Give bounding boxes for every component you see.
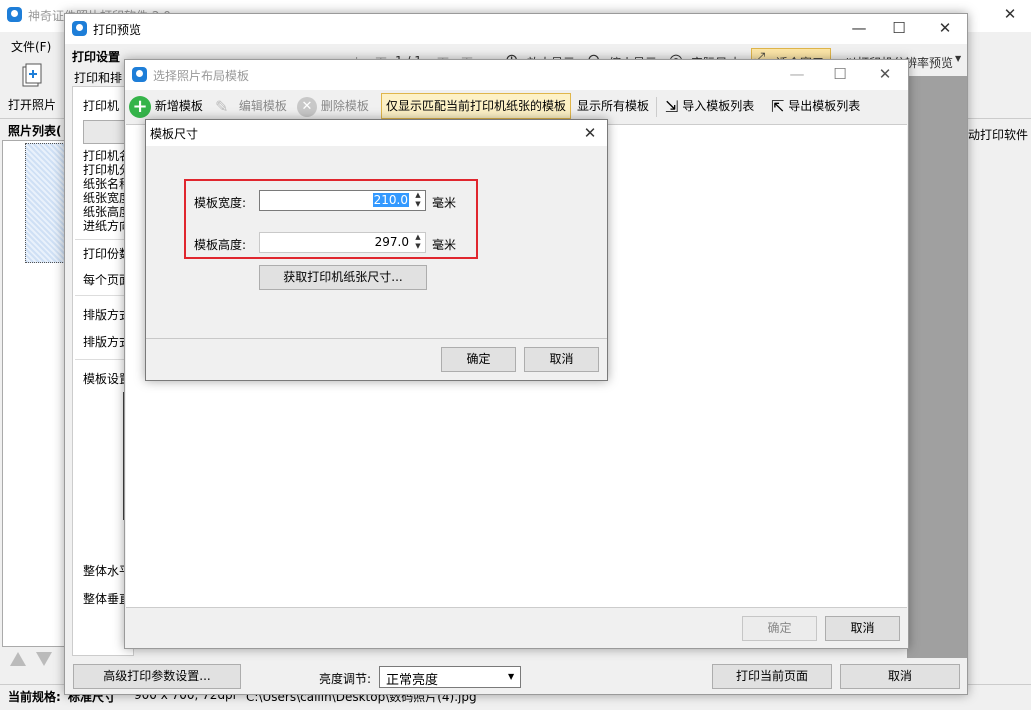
- get-printer-size-button[interactable]: 获取打印机纸张尺寸...: [259, 265, 427, 290]
- delete-template-label: 删除模板: [320, 99, 369, 113]
- import-icon: ⇲: [665, 96, 679, 116]
- width-label: 模板宽度:: [194, 196, 247, 210]
- template-dialog-titlebar: 选择照片布局模板 — ☐ ✕: [125, 60, 908, 90]
- template-cancel-button[interactable]: 取消: [825, 616, 900, 641]
- add-template-button[interactable]: + 新增模板: [129, 91, 203, 121]
- minimize-icon[interactable]: —: [839, 14, 879, 42]
- chevron-down-icon: ▼: [508, 672, 515, 681]
- template-dialog-app-icon: [132, 67, 147, 82]
- height-label: 模板高度:: [194, 238, 247, 252]
- maximize-icon[interactable]: ☐: [879, 14, 919, 42]
- close-icon[interactable]: ✕: [925, 14, 965, 42]
- settings-header: 打印设置: [72, 50, 121, 64]
- open-photo-icon: [22, 63, 42, 87]
- print-preview-titlebar: 打印预览 — ☐ ✕: [65, 14, 967, 44]
- chevron-down-icon: ▼: [955, 54, 962, 63]
- template-toolbar: + 新增模板 ✎ 编辑模板 ✕ 删除模板 仅显示匹配当前打印机纸张的模板 显示所…: [125, 91, 908, 121]
- open-photo-button[interactable]: 打开照片: [4, 60, 60, 114]
- preview-canvas: [907, 76, 967, 658]
- size-dialog-title: 模板尺寸: [150, 127, 199, 141]
- size-dialog-separator: [146, 338, 607, 339]
- edit-template-label: 编辑模板: [238, 99, 287, 113]
- brightness-label: 亮度调节:: [319, 672, 372, 686]
- add-icon: +: [129, 95, 151, 118]
- export-templates-button[interactable]: ⇱ 导出模板列表: [771, 91, 860, 121]
- preview-cancel-button[interactable]: 取消: [840, 664, 960, 689]
- width-stepper[interactable]: ▲ ▼: [411, 191, 425, 210]
- toolbar-separator: [656, 97, 657, 117]
- printer-label: 打印机: [83, 99, 120, 113]
- show-all-templates-button[interactable]: 显示所有模板: [577, 91, 649, 121]
- close-icon[interactable]: ✕: [572, 119, 608, 147]
- edit-template-button[interactable]: ✎ 编辑模板: [215, 91, 287, 121]
- advanced-settings-button[interactable]: 高级打印参数设置...: [73, 664, 241, 689]
- photo-thumbnail[interactable]: [25, 143, 67, 263]
- width-value: 210.0: [372, 193, 409, 207]
- photo-list-header: 照片列表(: [8, 124, 62, 138]
- width-input[interactable]: 210.0 ▲ ▼: [259, 190, 426, 211]
- import-templates-label: 导入模板列表: [682, 99, 755, 113]
- pencil-icon: ✎: [215, 96, 229, 116]
- minimize-icon[interactable]: —: [777, 60, 817, 88]
- brightness-select[interactable]: 正常亮度 ▼: [379, 666, 521, 688]
- close-icon[interactable]: ✕: [865, 60, 905, 88]
- width-unit: 毫米: [432, 196, 457, 210]
- print-preview-title: 打印预览: [93, 23, 142, 37]
- photo-list-panel: [2, 140, 68, 647]
- up-arrow-icon[interactable]: [10, 652, 26, 666]
- down-arrow-icon[interactable]: [36, 652, 52, 666]
- status-label: 当前规格:: [8, 690, 61, 704]
- maximize-icon[interactable]: ☐: [820, 60, 860, 88]
- app-icon: [7, 7, 22, 22]
- template-dialog-title: 选择照片布局模板: [153, 69, 250, 83]
- size-dialog: 模板尺寸 ✕ 模板宽度: 210.0 ▲ ▼ 毫米 模板高度: 297.0 ▲ ▼ …: [145, 119, 608, 381]
- height-value: 297.0: [374, 235, 409, 249]
- delete-icon: ✕: [297, 96, 317, 117]
- print-preview-app-icon: [72, 21, 87, 36]
- right-partial-text: 动打印软件: [968, 128, 1029, 142]
- size-dialog-titlebar: 模板尺寸 ✕: [146, 120, 607, 146]
- divider: [75, 359, 131, 360]
- size-cancel-button[interactable]: 取消: [524, 347, 599, 372]
- open-photo-label: 打开照片: [8, 98, 57, 112]
- height-stepper[interactable]: ▲ ▼: [411, 233, 425, 252]
- filter-template-label: 仅显示匹配当前打印机纸张的模板: [385, 99, 566, 113]
- height-unit: 毫米: [432, 238, 457, 252]
- export-templates-label: 导出模板列表: [788, 99, 861, 113]
- settings-tab[interactable]: 打印和排: [74, 69, 122, 86]
- export-icon: ⇱: [771, 96, 785, 116]
- main-close-icon[interactable]: ✕: [990, 0, 1030, 28]
- filter-template-toggle[interactable]: 仅显示匹配当前打印机纸张的模板: [381, 93, 571, 119]
- menu-file[interactable]: 文件(F): [11, 38, 51, 55]
- brightness-value: 正常亮度: [386, 673, 439, 688]
- divider: [75, 239, 131, 240]
- template-ok-button[interactable]: 确定: [742, 616, 817, 641]
- height-input[interactable]: 297.0 ▲ ▼: [259, 232, 426, 253]
- divider: [75, 295, 131, 296]
- delete-template-button[interactable]: ✕ 删除模板: [297, 91, 369, 121]
- add-template-label: 新增模板: [154, 99, 203, 113]
- print-current-page-button[interactable]: 打印当前页面: [712, 664, 832, 689]
- size-ok-button[interactable]: 确定: [441, 347, 516, 372]
- import-templates-button[interactable]: ⇲ 导入模板列表: [665, 91, 754, 121]
